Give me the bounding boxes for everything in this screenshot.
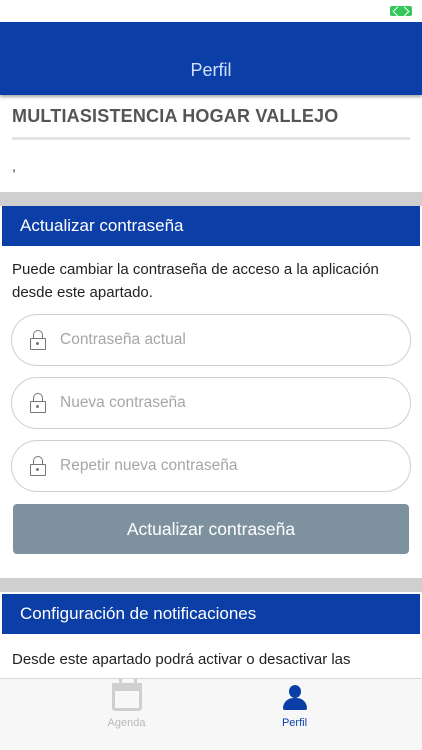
repeat-password-field[interactable] [11, 440, 411, 492]
notifications-section-header: Configuración de notificaciones [2, 594, 420, 634]
notifications-section-title: Configuración de notificaciones [20, 604, 257, 623]
lock-icon [30, 393, 46, 413]
page-title: Perfil [190, 60, 232, 80]
new-password-input[interactable] [60, 390, 390, 416]
tab-label: Perfil [281, 717, 308, 729]
person-icon [282, 685, 308, 711]
tab-perfil[interactable]: Perfil [189, 679, 400, 750]
new-password-field[interactable] [11, 377, 411, 429]
password-section-title: Actualizar contraseña [20, 216, 184, 235]
calendar-icon [112, 678, 142, 711]
profile-subline: , [12, 158, 16, 174]
update-password-button[interactable]: Actualizar contraseña [13, 504, 409, 554]
status-bar [0, 0, 422, 22]
password-section-header: Actualizar contraseña [2, 206, 420, 246]
divider [12, 137, 410, 140]
lock-icon [30, 456, 46, 476]
password-section-description: Puede cambiar la contraseña de acceso a … [12, 261, 379, 301]
app-header: Perfil [0, 22, 422, 95]
notifications-section-description: Desde este apartado podrá activar o desa… [12, 651, 351, 668]
current-password-field[interactable] [11, 314, 411, 366]
tab-bar: Agenda Perfil [0, 678, 422, 750]
current-password-input[interactable] [60, 327, 390, 353]
section-separator [0, 578, 422, 592]
company-name: MULTIASISTENCIA HOGAR VALLEJO [12, 106, 339, 126]
section-separator [0, 192, 422, 206]
battery-charging-icon [390, 6, 412, 16]
repeat-password-input[interactable] [60, 453, 390, 479]
lock-icon [30, 330, 46, 350]
